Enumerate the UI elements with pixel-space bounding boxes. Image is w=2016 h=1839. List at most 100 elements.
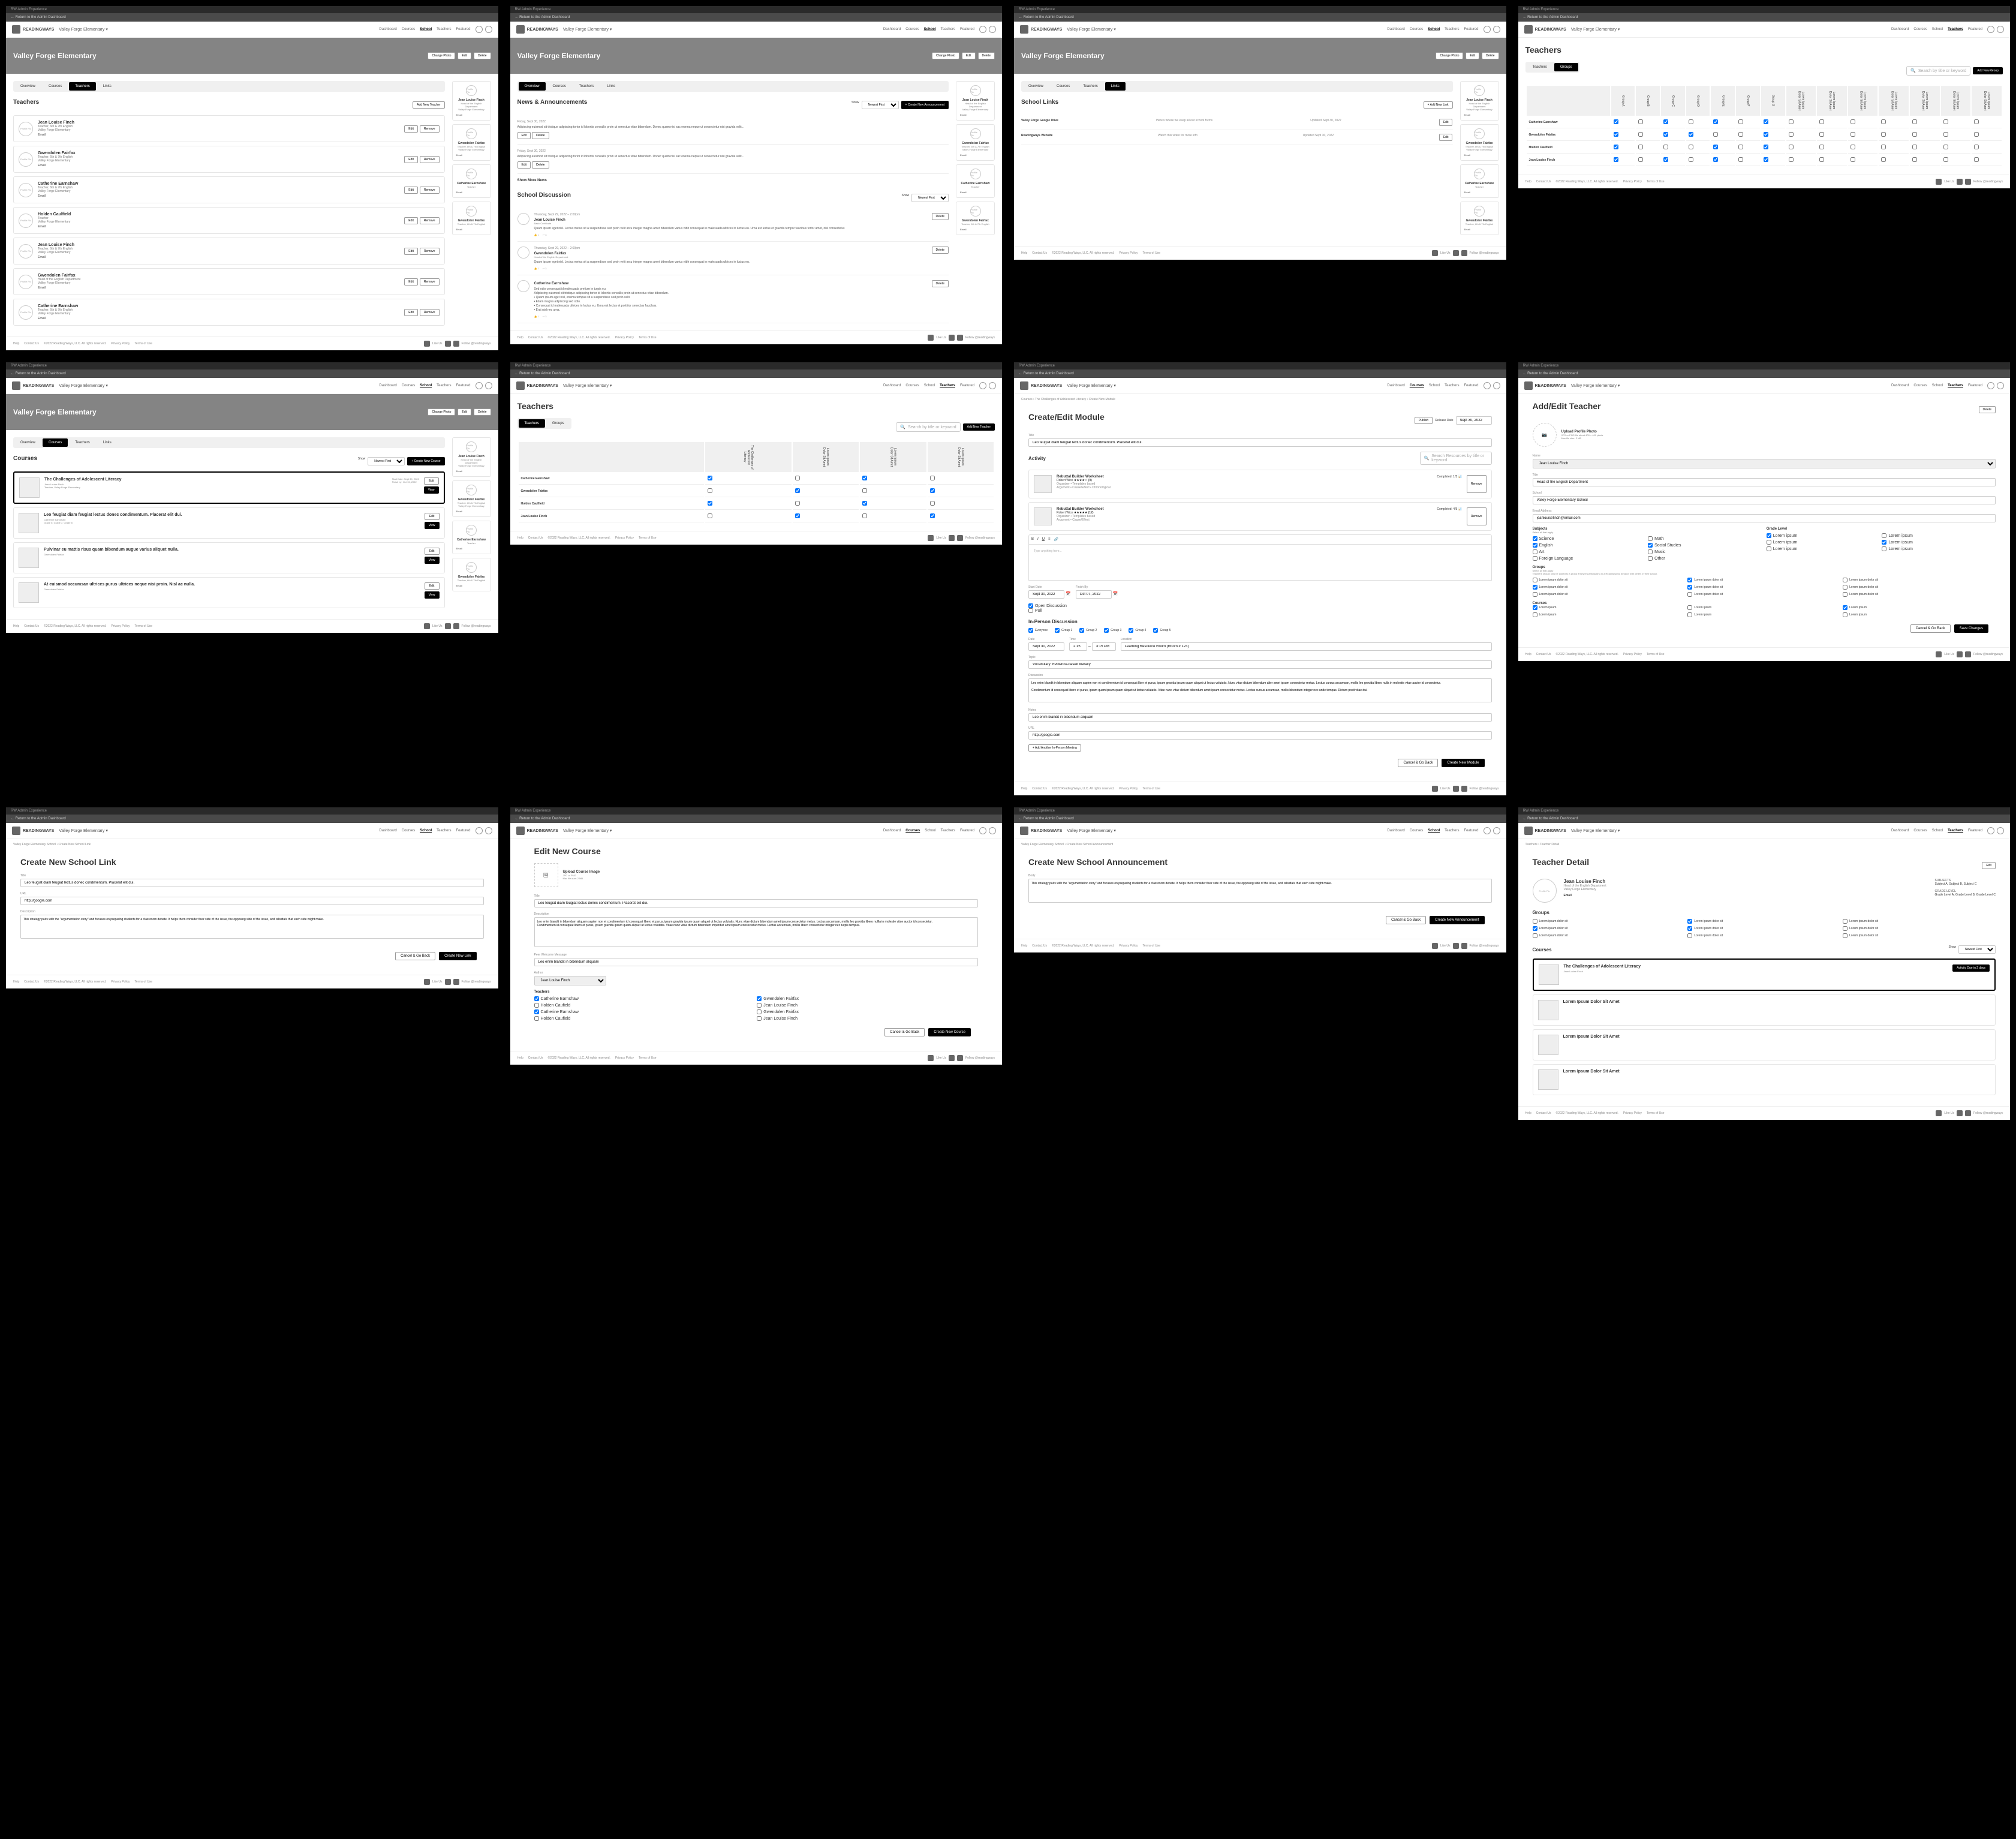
edit-button[interactable]: Edit — [404, 125, 418, 133]
sidebar-teacher-card[interactable]: Profile PicGwendolen FairfaxTeacher, 6th… — [452, 202, 491, 235]
like-icon[interactable]: 👍 1 — [534, 267, 539, 270]
checkbox-item[interactable]: Lorem ipsum dolor sit — [1533, 585, 1686, 590]
edit-button[interactable]: Edit — [404, 156, 418, 163]
course-checkbox[interactable] — [708, 476, 712, 480]
twitter-icon[interactable] — [453, 341, 459, 347]
edit-button[interactable]: Edit — [425, 513, 440, 520]
return-link[interactable]: ← Return to the Admin Dashboard — [6, 13, 498, 22]
checkbox-item[interactable]: Gwendolen Fairfax — [757, 996, 978, 1001]
create-course-button[interactable]: Create New Course — [928, 1028, 971, 1036]
edit-button[interactable]: Edit — [404, 309, 418, 316]
contact-link[interactable]: Contact Us — [24, 342, 39, 345]
terms-link[interactable]: Terms of Use — [135, 342, 152, 345]
checkbox-item[interactable]: Lorem ipsum — [1882, 546, 1996, 551]
checkbox-item[interactable]: Holden Caufield — [534, 1003, 756, 1008]
group-checkbox[interactable] — [1614, 145, 1618, 149]
view-button[interactable]: View — [425, 522, 440, 529]
edit-button[interactable]: Edit — [425, 548, 440, 555]
course-checkbox[interactable] — [862, 488, 867, 493]
end-date-input[interactable] — [1076, 590, 1112, 599]
announcement-body-textarea[interactable]: This strategy pairs with the "argumentat… — [1028, 879, 1492, 903]
view-button[interactable]: View — [425, 591, 440, 599]
reply-icon[interactable]: ↩ 3 — [543, 315, 547, 318]
facebook-icon[interactable] — [424, 341, 430, 347]
search-input[interactable]: 🔍 Search by title or keyword — [1906, 66, 1970, 76]
course-card[interactable]: The Challenges of Adolescent LiteracyJea… — [1533, 958, 1996, 991]
notification-icon[interactable] — [476, 26, 483, 33]
course-card[interactable]: Lorem Ipsum Dolor Sit Amet — [1533, 994, 1996, 1026]
email-input[interactable] — [1533, 514, 1996, 522]
remove-button[interactable]: Remove — [1467, 507, 1487, 525]
sidebar-teacher-card[interactable]: Profile PicGwendolen FairfaxTeacher, 6th… — [452, 480, 491, 517]
checkbox-item[interactable]: English — [1533, 543, 1647, 548]
like-icon[interactable]: 👍 1 — [534, 315, 539, 318]
remove-button[interactable]: Remove — [1467, 475, 1487, 493]
course-checkbox[interactable] — [708, 501, 712, 506]
group-checkbox[interactable] — [1912, 145, 1917, 149]
sidebar-teacher-card[interactable]: Profile PicJean Louise FinchHead of the … — [1460, 81, 1499, 121]
email-link[interactable]: Email — [38, 164, 399, 167]
group-checkbox[interactable] — [1713, 119, 1718, 124]
checkbox-item[interactable]: Foreign Language — [1533, 556, 1647, 561]
email-link[interactable]: Email — [38, 194, 399, 198]
delete-button[interactable]: Delete — [532, 132, 549, 139]
group-checkbox[interactable] — [1974, 119, 1979, 124]
help-link[interactable]: Help — [13, 342, 19, 345]
group-checkbox[interactable] — [1850, 157, 1855, 162]
add-teacher-button[interactable]: Add New Teacher — [963, 423, 995, 431]
edit-button[interactable]: Edit — [404, 187, 418, 194]
group-checkbox[interactable] — [1614, 132, 1618, 137]
reply-icon[interactable]: ↩ 3 — [543, 233, 547, 236]
group-checkbox[interactable] — [1850, 145, 1855, 149]
create-announcement-button[interactable]: + Create New Announcement — [901, 101, 949, 109]
delete-button[interactable]: Delete — [932, 247, 949, 254]
add-link-button[interactable]: + Add New Link — [1424, 101, 1453, 109]
group-checkbox[interactable] — [1819, 157, 1824, 162]
group-checkbox[interactable] — [1663, 145, 1668, 149]
checkbox-item[interactable]: Lorem ipsum — [1767, 533, 1880, 538]
return-link[interactable]: ← Return to the Admin Dashboard — [510, 13, 1003, 22]
checkbox-item[interactable]: Lorem ipsum dolor sit — [1843, 933, 1996, 938]
sidebar-teacher-card[interactable]: Profile PicCatherine EarnshawTeacherEmai… — [1460, 164, 1499, 198]
group-checkbox[interactable] — [1663, 119, 1668, 124]
module-title-input[interactable] — [1028, 438, 1492, 447]
checkbox-item[interactable]: Social Studies — [1648, 543, 1762, 548]
like-icon[interactable]: 👍 1 — [534, 233, 539, 236]
group-checkbox[interactable] — [1789, 132, 1794, 137]
group-checkbox[interactable] — [1614, 119, 1618, 124]
add-meeting-button[interactable]: + Add Another In-Person Meeting — [1028, 744, 1081, 752]
course-checkbox[interactable] — [862, 501, 867, 506]
edit-button[interactable]: Edit — [404, 217, 418, 224]
group-checkbox[interactable] — [1638, 132, 1643, 137]
checkbox-item[interactable]: Science — [1533, 536, 1647, 541]
remove-button[interactable]: Remove — [420, 187, 440, 194]
course-card[interactable]: Lorem Ipsum Dolor Sit Amet — [1533, 1029, 1996, 1060]
checkbox-item[interactable]: Lorem ipsum — [1767, 540, 1880, 545]
email-link[interactable]: Email — [38, 225, 399, 229]
email-link[interactable]: Email — [38, 133, 399, 137]
group-checkbox[interactable] — [1974, 132, 1979, 137]
checkbox-item[interactable]: Lorem ipsum dolor sit — [1843, 926, 1996, 931]
delete-button[interactable]: Delete — [532, 161, 549, 169]
group-checkbox[interactable] — [1738, 119, 1743, 124]
sidebar-teacher-card[interactable]: Profile PicGwendolen FairfaxTeacher, 6th… — [956, 202, 995, 235]
group-checkbox[interactable] — [1881, 145, 1886, 149]
course-checkbox[interactable] — [930, 513, 935, 518]
group-checkbox[interactable] — [1943, 145, 1948, 149]
group-checkbox[interactable] — [1850, 119, 1855, 124]
edit-button[interactable]: Edit — [424, 477, 439, 485]
edit-button[interactable]: Edit — [517, 132, 531, 139]
checkbox-item[interactable]: Lorem ipsum — [1882, 533, 1996, 538]
remove-button[interactable]: Remove — [420, 217, 440, 224]
group-checkbox[interactable] — [1912, 132, 1917, 137]
course-checkbox[interactable] — [708, 488, 712, 493]
group-checkbox[interactable] — [1789, 119, 1794, 124]
remove-button[interactable]: Remove — [420, 125, 440, 133]
email-link[interactable]: Email — [1564, 894, 1928, 897]
remove-button[interactable]: Remove — [420, 309, 440, 316]
group-checkbox[interactable] — [1943, 132, 1948, 137]
group-checkbox[interactable] — [1819, 132, 1824, 137]
view-button[interactable]: View — [424, 486, 439, 494]
cancel-button[interactable]: Cancel & Go Back — [1386, 916, 1426, 924]
checkbox-item[interactable]: Catherine Earnshaw — [534, 1009, 756, 1014]
